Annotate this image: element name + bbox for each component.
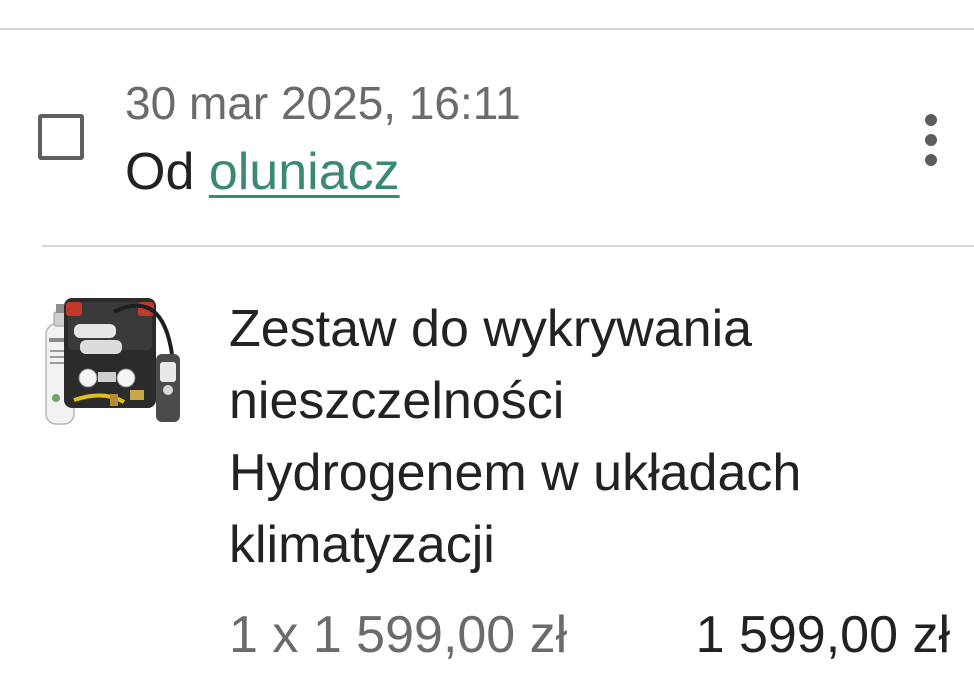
section-divider [42,245,974,247]
case-icon [64,298,156,408]
order-date: 30 mar 2025, 16:11 [125,77,521,129]
product-title-line: nieszczelności [229,372,565,430]
order-card: 30 mar 2025, 16:11 Od oluniacz Zestaw do… [0,0,974,700]
product-thumbnail[interactable] [44,294,186,428]
from-label: Od [125,143,195,201]
product-title-line: Zestaw do wykrywania [229,300,753,358]
quantity-price: 1 x 1 599,00 zł [229,606,568,664]
order-select-checkbox[interactable] [38,114,84,160]
top-divider [0,28,974,30]
seller-line: Od oluniacz [125,142,400,202]
product-title-line: Hydrogenem w układach [229,444,802,502]
item-total-price: 1 599,00 zł [695,606,950,664]
more-options-icon[interactable] [916,112,946,168]
product-title-line: klimatyzacji [229,516,495,574]
seller-link[interactable]: oluniacz [209,143,400,201]
product-title[interactable]: Zestaw do wykrywania nieszczelności Hydr… [229,293,949,581]
